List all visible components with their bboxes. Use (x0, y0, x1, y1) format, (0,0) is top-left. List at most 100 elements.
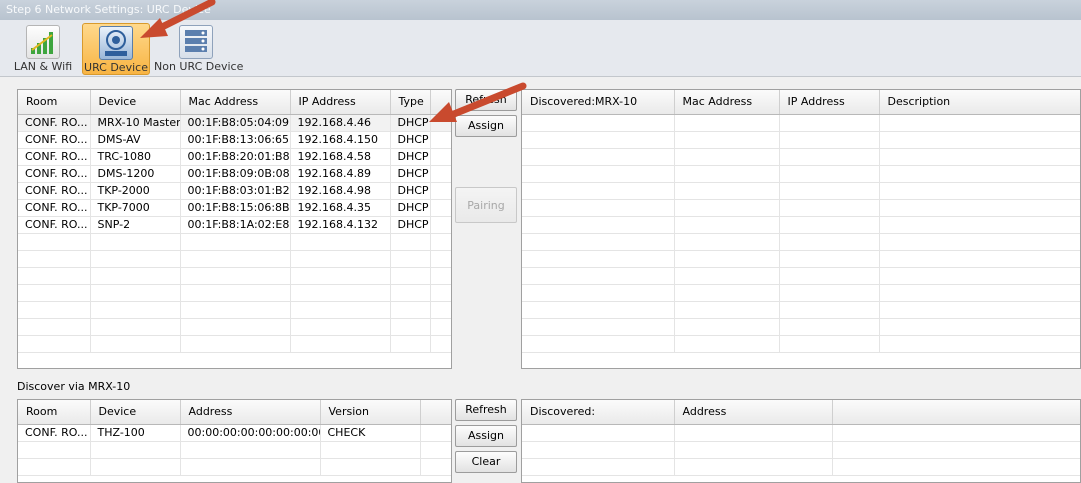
cell-room: CONF. RO... (18, 424, 91, 442)
column-header-room[interactable]: Room (18, 400, 91, 425)
column-header-filler (832, 400, 1080, 425)
cell-filler (430, 131, 451, 149)
server-rack-icon (179, 25, 213, 59)
column-header-mac-address[interactable]: Mac Address (180, 90, 291, 115)
tab-lan-wifi[interactable]: LAN & Wifi (10, 23, 76, 75)
empty-row (18, 301, 451, 319)
cell-mac: 00:1F:B8:15:06:8B (180, 199, 291, 217)
cell-room: CONF. RO... (18, 148, 91, 166)
column-header-filler (420, 400, 451, 425)
table-row[interactable]: CONF. RO... DMS-AV 00:1F:B8:13:06:65 192.16… (18, 131, 451, 149)
cell-type: DHCP (390, 182, 431, 200)
empty-row (18, 284, 451, 302)
column-header-version[interactable]: Version (320, 400, 421, 425)
table-row[interactable]: CONF. RO... MRX-10 Master 00:1F:B8:05:04:0… (18, 114, 451, 132)
cell-type: DHCP (390, 148, 431, 166)
empty-row (522, 199, 1080, 217)
column-header-ip-address[interactable]: IP Address (779, 90, 880, 115)
empty-row (522, 458, 1080, 476)
column-header-discovered[interactable]: Discovered:MRX-10 (522, 90, 675, 115)
empty-row (522, 441, 1080, 459)
empty-row (522, 318, 1080, 336)
discover-section-label: Discover via MRX-10 (17, 380, 131, 393)
column-header-device[interactable]: Device (90, 400, 181, 425)
empty-row (522, 250, 1080, 268)
cell-filler (430, 165, 451, 183)
empty-row (18, 318, 451, 336)
empty-row (522, 267, 1080, 285)
cell-filler (420, 424, 451, 442)
column-header-ip-address[interactable]: IP Address (290, 90, 391, 115)
table-row[interactable]: CONF. RO... TKP-7000 00:1F:B8:15:06:8B 192.… (18, 199, 451, 217)
column-header-address[interactable]: Address (180, 400, 321, 425)
cell-ip: 192.168.4.35 (290, 199, 391, 217)
table-row[interactable]: CONF. RO... TKP-2000 00:1F:B8:03:01:B2 192.… (18, 182, 451, 200)
tab-lan-wifi-label: LAN & Wifi (13, 60, 73, 73)
device-grid: Room Device Mac Address IP Address Type … (17, 89, 452, 369)
cell-mac: 00:1F:B8:03:01:B2 (180, 182, 291, 200)
cell-ip: 192.168.4.132 (290, 216, 391, 234)
discover-refresh-button[interactable]: Refresh (455, 399, 517, 421)
tab-urc-device[interactable]: URC Device (82, 23, 150, 75)
column-header-room[interactable]: Room (18, 90, 91, 115)
tab-urc-device-label: URC Device (84, 61, 148, 74)
assign-button[interactable]: Assign (455, 115, 517, 137)
cell-filler (430, 216, 451, 234)
empty-row (522, 233, 1080, 251)
cell-version: CHECK (320, 424, 421, 442)
cell-room: CONF. RO... (18, 165, 91, 183)
cell-device: MRX-10 Master (90, 114, 181, 132)
tab-non-urc-device[interactable]: Non URC Device (154, 23, 244, 75)
empty-row (522, 335, 1080, 353)
table-row[interactable]: CONF. RO... SNP-2 00:1F:B8:1A:02:E8 192.168… (18, 216, 451, 234)
empty-row (522, 182, 1080, 200)
cell-device: TKP-2000 (90, 182, 181, 200)
cell-address: 00:00:00:00:00:00:00:00 (180, 424, 321, 442)
cell-room: CONF. RO... (18, 199, 91, 217)
empty-row (522, 114, 1080, 132)
cell-type: DHCP (390, 216, 431, 234)
column-header-device[interactable]: Device (90, 90, 181, 115)
column-header-description[interactable]: Description (879, 90, 1080, 115)
cell-type: DHCP (390, 199, 431, 217)
cell-filler (430, 114, 451, 132)
cell-mac: 00:1F:B8:20:01:B8 (180, 148, 291, 166)
column-header-mac-address[interactable]: Mac Address (674, 90, 780, 115)
empty-row (522, 424, 1080, 442)
cell-filler (430, 199, 451, 217)
clear-button[interactable]: Clear (455, 451, 517, 473)
discover-assign-button[interactable]: Assign (455, 425, 517, 447)
table-row[interactable]: CONF. RO... THZ-100 00:00:00:00:00:00:00:0… (18, 424, 451, 442)
empty-row (18, 458, 451, 476)
empty-row (522, 301, 1080, 319)
column-header-discovered[interactable]: Discovered: (522, 400, 675, 425)
cell-type: DHCP (390, 131, 431, 149)
refresh-button[interactable]: Refresh (455, 89, 517, 111)
table-row[interactable]: CONF. RO... TRC-1080 00:1F:B8:20:01:B8 192.… (18, 148, 451, 166)
cell-device: THZ-100 (90, 424, 181, 442)
urc-device-icon (99, 26, 133, 60)
cell-ip: 192.168.4.58 (290, 148, 391, 166)
discover-device-grid: Room Device Address Version CONF. RO... T… (17, 399, 452, 483)
cell-room: CONF. RO... (18, 182, 91, 200)
column-header-type[interactable]: Type (390, 90, 431, 115)
cell-ip: 192.168.4.98 (290, 182, 391, 200)
signal-bars-icon (26, 25, 60, 59)
cell-device: DMS-1200 (90, 165, 181, 183)
empty-row (522, 131, 1080, 149)
discovered-grid: Discovered:MRX-10 Mac Address IP Address… (521, 89, 1081, 369)
discovered-address-grid: Discovered: Address (521, 399, 1081, 483)
table-row[interactable]: CONF. RO... DMS-1200 00:1F:B8:09:0B:08 192.… (18, 165, 451, 183)
toolbar: LAN & Wifi URC Device Non URC Device (0, 20, 1081, 77)
cell-room: CONF. RO... (18, 131, 91, 149)
cell-ip: 192.168.4.89 (290, 165, 391, 183)
tab-non-urc-device-label: Non URC Device (154, 60, 244, 73)
cell-filler (430, 148, 451, 166)
cell-mac: 00:1F:B8:13:06:65 (180, 131, 291, 149)
pairing-button[interactable]: Pairing (455, 187, 517, 223)
cell-mac: 00:1F:B8:05:04:09 (180, 114, 291, 132)
cell-ip: 192.168.4.150 (290, 131, 391, 149)
column-header-address[interactable]: Address (674, 400, 833, 425)
cell-room: CONF. RO... (18, 114, 91, 132)
empty-row (18, 250, 451, 268)
